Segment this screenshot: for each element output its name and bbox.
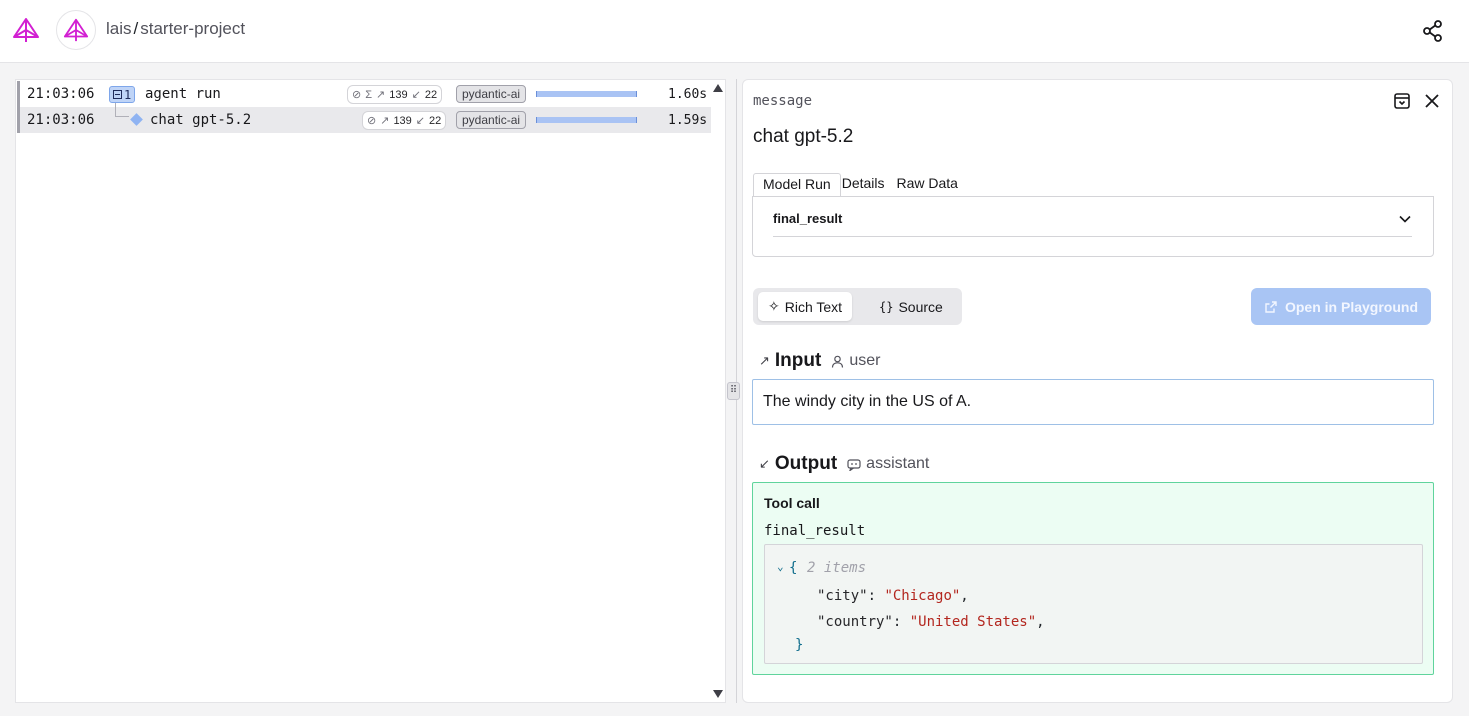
breadcrumb: lais / starter-project <box>106 19 245 39</box>
tokens-out: 22 <box>424 88 438 101</box>
duration-bar <box>536 91 637 97</box>
detail-tabs: Model Run Details Raw Data <box>753 173 968 197</box>
collapse-toggle[interactable]: 1 <box>109 86 136 103</box>
sparkles-icon: ✧ <box>768 298 780 314</box>
trace-row-chat[interactable]: 21:03:06 chat gpt-5.2 ⊘ ↗ 139 ↙ 22 pydan… <box>17 103 711 133</box>
json-value: "Chicago" <box>884 588 961 604</box>
service-tag: pydantic-ai <box>456 111 527 129</box>
pyramid-logo-icon[interactable] <box>12 16 40 44</box>
arrow-down-left-icon: ↙ <box>759 456 770 471</box>
tab-content: final_result <box>752 196 1434 257</box>
tokens-in: 139 <box>393 114 412 127</box>
chevron-down-icon[interactable]: ⌄ <box>777 560 784 573</box>
json-viewer: ⌄ { 2 items "city": "Chicago", "country"… <box>764 544 1423 664</box>
tool-select-dropdown[interactable]: final_result <box>773 207 1412 237</box>
tab-details[interactable]: Details <box>841 173 895 197</box>
arrow-up-right-icon: ↗ <box>376 89 386 101</box>
scroll-down-arrow[interactable] <box>713 690 723 698</box>
input-role: user <box>831 352 880 370</box>
output-role-label: assistant <box>866 455 930 472</box>
source-label: Source <box>898 298 943 315</box>
external-link-icon <box>1265 300 1277 313</box>
sum-icon: Σ <box>365 88 373 101</box>
span-kind: message <box>753 93 813 109</box>
service-tag: pydantic-ai <box>456 85 527 103</box>
collapse-icon <box>113 90 122 99</box>
row-duration: 1.59s <box>668 113 708 128</box>
output-role: assistant <box>847 455 929 473</box>
output-section-header: ↙ Output assistant <box>759 453 929 475</box>
tool-call-name: final_result <box>764 523 866 539</box>
input-text: The windy city in the US of A. <box>763 393 972 410</box>
breadcrumb-separator: / <box>133 19 139 38</box>
tokens-out: 22 <box>429 114 442 127</box>
json-summary: 2 items <box>807 560 867 576</box>
json-entry: "city": "Chicago", <box>817 588 969 604</box>
arrow-up-right-icon: ↗ <box>759 353 770 368</box>
input-section-header: ↗ Input user <box>759 350 880 372</box>
source-button[interactable]: {} Source <box>869 292 953 321</box>
json-entry: "country": "United States", <box>817 614 1045 630</box>
output-message: Tool call final_result ⌄ { 2 items "city… <box>752 482 1434 675</box>
duration-bar <box>536 117 637 123</box>
pyramid-logo-icon <box>63 18 89 42</box>
rich-text-button[interactable]: ✧ Rich Text <box>758 292 853 321</box>
span-title: chat gpt-5.2 <box>753 126 854 147</box>
input-role-label: user <box>849 352 881 369</box>
json-value: "United States" <box>909 614 1037 630</box>
detail-panel: message chat gpt-5.2 Model Run Details R… <box>742 79 1453 703</box>
tag-icon: ⊘ <box>352 89 362 101</box>
breadcrumb-org[interactable]: lais <box>106 19 132 39</box>
share-icon[interactable] <box>1421 19 1445 43</box>
token-stats: ⊘ Σ ↗ 139 ↙ 22 <box>347 85 443 104</box>
bot-icon <box>847 458 861 471</box>
tool-select-value: final_result <box>773 211 843 226</box>
span-name: chat gpt-5.2 <box>150 112 252 128</box>
tokens-in: 139 <box>389 88 408 101</box>
diamond-icon <box>130 113 143 126</box>
open-in-playground-button[interactable]: Open in Playground <box>1251 288 1431 325</box>
playground-label: Open in Playground <box>1284 298 1418 315</box>
rich-text-label: Rich Text <box>784 298 843 315</box>
collapse-panel-icon[interactable] <box>1392 91 1412 111</box>
user-icon <box>832 355 844 368</box>
arrow-down-left-icon: ↙ <box>415 115 426 127</box>
tree-connector <box>115 103 129 117</box>
row-timestamp: 21:03:06 <box>27 86 95 102</box>
tag-icon: ⊘ <box>367 115 377 127</box>
span-name: agent run <box>145 86 221 102</box>
json-key: "city" <box>817 588 868 604</box>
arrow-down-left-icon: ↙ <box>411 89 421 101</box>
arrow-up-right-icon: ↗ <box>380 115 390 127</box>
view-mode-toggle: ✧ Rich Text {} Source <box>753 288 962 325</box>
top-header: lais / starter-project <box>0 0 1469 63</box>
drag-handle-icon[interactable]: ⠿ <box>727 382 740 400</box>
row-timestamp: 21:03:06 <box>27 112 95 128</box>
close-icon[interactable] <box>1422 91 1442 111</box>
json-open-brace: { <box>789 560 798 576</box>
tool-call-label: Tool call <box>764 495 820 511</box>
json-close-brace: } <box>795 637 804 653</box>
row-duration: 1.60s <box>668 87 708 102</box>
trace-list-panel: 21:03:06 1 agent run ⊘ Σ ↗ 139 ↙ 22 pyda… <box>15 79 726 703</box>
chevron-down-icon <box>1399 215 1411 223</box>
output-heading: Output <box>774 453 838 474</box>
input-message: The windy city in the US of A. <box>752 379 1434 425</box>
child-count: 1 <box>124 87 132 102</box>
project-avatar[interactable] <box>56 10 96 50</box>
json-key: "country" <box>817 614 893 630</box>
braces-icon: {} <box>879 299 894 314</box>
tab-raw-data[interactable]: Raw Data <box>895 173 968 197</box>
scroll-up-arrow[interactable] <box>713 84 723 92</box>
token-stats: ⊘ ↗ 139 ↙ 22 <box>362 111 447 130</box>
tab-model-run[interactable]: Model Run <box>753 173 841 197</box>
breadcrumb-project[interactable]: starter-project <box>140 19 245 39</box>
input-heading: Input <box>774 350 822 371</box>
